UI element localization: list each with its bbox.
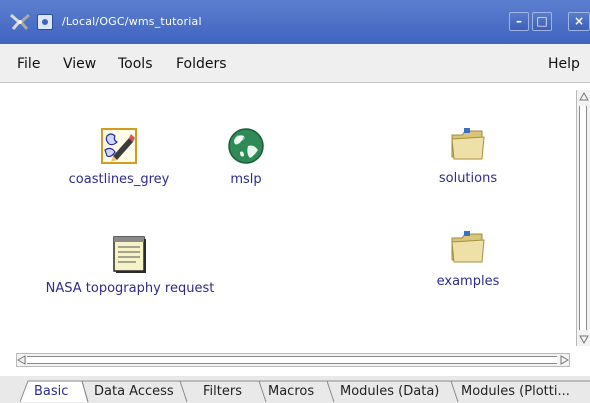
- app-logo-icon[interactable]: [9, 13, 31, 31]
- window-title: /Local/OGC/wms_tutorial: [62, 15, 202, 28]
- icon-examples[interactable]: examples: [418, 228, 518, 290]
- close-button[interactable]: ×: [568, 12, 590, 31]
- icon-label: coastlines_grey: [68, 172, 170, 187]
- scroll-up-icon[interactable]: [579, 92, 589, 102]
- vertical-scroll-thumb[interactable]: [579, 106, 587, 330]
- horizontal-scroll-thumb[interactable]: [27, 356, 557, 364]
- tab-macros[interactable]: Macros: [268, 383, 314, 403]
- icon-mslp[interactable]: mslp: [206, 126, 286, 188]
- scroll-right-icon[interactable]: [559, 355, 569, 365]
- menu-tools[interactable]: Tools: [118, 56, 153, 72]
- maximize-button[interactable]: □: [532, 12, 552, 31]
- vertical-scrollbar[interactable]: [576, 90, 590, 346]
- coastline-map-icon: [101, 128, 137, 164]
- tab-modules-data[interactable]: Modules (Data): [340, 383, 439, 403]
- icon-label: NASA topography request: [45, 281, 215, 296]
- globe-icon: [228, 128, 264, 164]
- scroll-left-icon[interactable]: [17, 355, 27, 365]
- icon-label: mslp: [230, 172, 262, 187]
- icon-label: solutions: [438, 171, 498, 186]
- icon-coastlines-grey[interactable]: coastlines_grey: [54, 126, 184, 188]
- icon-solutions[interactable]: solutions: [418, 125, 518, 187]
- menu-bar: File View Tools Folders Help: [0, 44, 590, 83]
- tab-basic[interactable]: Basic: [34, 383, 68, 403]
- tab-filters[interactable]: Filters: [203, 383, 242, 403]
- folder-icon: [451, 231, 485, 263]
- tab-modules-plotting[interactable]: Modules (Plotti...: [461, 383, 570, 403]
- menu-folders[interactable]: Folders: [176, 56, 227, 72]
- menu-file[interactable]: File: [17, 56, 40, 72]
- notepad-icon: [113, 236, 146, 273]
- scroll-down-icon[interactable]: [579, 334, 589, 344]
- minimize-button[interactable]: –: [509, 12, 529, 31]
- icon-nasa-topography-request[interactable]: NASA topography request: [30, 233, 230, 297]
- folder-icon: [451, 128, 485, 160]
- menu-help[interactable]: Help: [548, 56, 580, 72]
- title-bar: /Local/OGC/wms_tutorial – □ ×: [0, 0, 590, 44]
- icon-label: examples: [436, 274, 500, 289]
- tab-bar: Basic Data Access Filters Macros Modules…: [0, 376, 590, 403]
- horizontal-scrollbar[interactable]: [16, 353, 570, 367]
- window-menu-button[interactable]: [37, 14, 53, 30]
- menu-view[interactable]: View: [63, 56, 96, 72]
- folder-view: coastlines_grey mslp solutions NASA topo…: [0, 83, 576, 351]
- tab-data-access[interactable]: Data Access: [94, 383, 174, 403]
